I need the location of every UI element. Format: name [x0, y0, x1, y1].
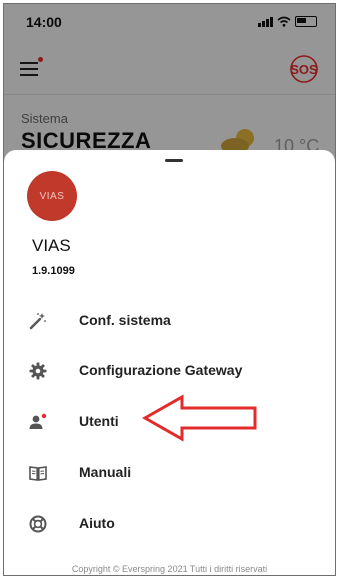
copyright-footer: Copyright © Everspring 2021 Tutti i diri… — [71, 564, 268, 574]
menu-item-label: Aiuto — [79, 515, 115, 531]
sheet-grabber[interactable] — [165, 159, 183, 162]
menu-item-label: Configurazione Gateway — [79, 362, 243, 378]
menu-item-configurazione-gateway[interactable]: Configurazione Gateway — [4, 350, 335, 390]
magic-wand-icon — [29, 313, 46, 330]
gear-icon — [29, 362, 47, 380]
menu-item-aiuto[interactable]: Aiuto — [4, 503, 335, 543]
app-logo: VIAS — [27, 171, 77, 221]
user-icon — [29, 413, 47, 429]
notification-dot — [41, 413, 47, 419]
menu-item-label: Utenti — [79, 413, 119, 429]
menu-item-label: Conf. sistema — [79, 312, 171, 328]
logo-text: VIAS — [39, 190, 65, 202]
menu-item-label: Manuali — [79, 464, 132, 480]
app-version: 1.9.1099 — [32, 265, 75, 277]
book-icon — [29, 466, 47, 481]
menu-item-conf-sistema[interactable]: Conf. sistema — [4, 300, 335, 340]
drawer-sheet: VIAS VIAS 1.9.1099 Conf. sistema Configu… — [4, 150, 335, 575]
lifebuoy-icon — [29, 515, 47, 533]
app-name: VIAS — [32, 236, 71, 255]
screen-frame: 14:00 SOS Sistema SICUREZZA 10 °C VIAS V… — [3, 3, 336, 576]
annotation-arrow — [142, 394, 257, 442]
menu-item-manuali[interactable]: Manuali — [4, 452, 335, 492]
